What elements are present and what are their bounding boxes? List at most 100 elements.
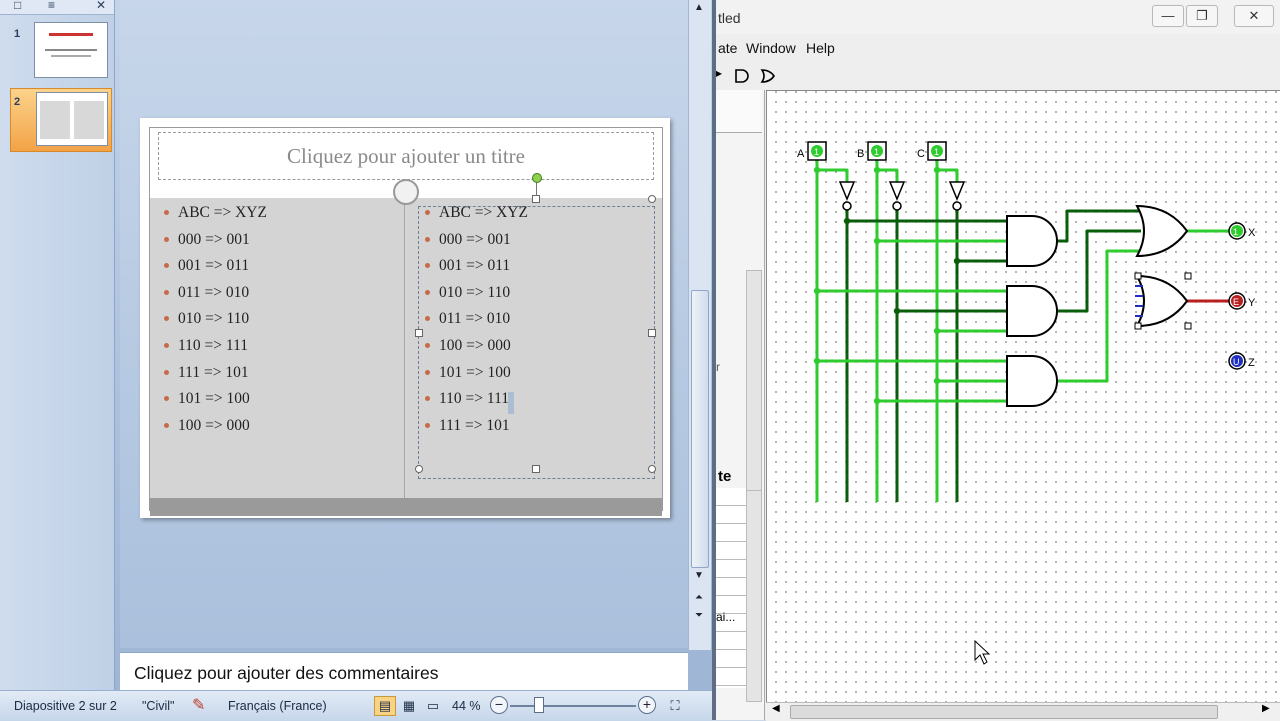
- wire-junction: [873, 397, 881, 405]
- pane-tabs: □ ≡ ✕: [0, 0, 114, 15]
- right-list-item: 100 => 000: [419, 333, 528, 360]
- right-list-item: 111 => 101: [419, 413, 528, 440]
- wire-junction: [813, 287, 821, 295]
- circuit-diagram[interactable]: A 1 B 1 C 11 XE YU Z: [767, 91, 1280, 703]
- left-content-list[interactable]: ABC => XYZ 000 => 001 001 => 011 011 => 010…: [158, 200, 267, 439]
- resize-handle-bl[interactable]: [415, 465, 423, 473]
- scrollbar-thumb[interactable]: [691, 290, 709, 568]
- close-icon[interactable]: ✕: [1234, 5, 1274, 27]
- menu-simulate[interactable]: ate: [718, 40, 737, 56]
- column-divider: [404, 198, 405, 498]
- previous-slide-icon[interactable]: ⏶: [691, 592, 707, 603]
- zoom-slider[interactable]: [510, 705, 636, 707]
- left-list-item: 011 => 010: [158, 280, 267, 307]
- outline-tab-icon[interactable]: ≡: [48, 0, 55, 12]
- resize-handle-r[interactable]: [648, 329, 656, 337]
- right-list-item: 011 => 010: [419, 306, 528, 333]
- slideshow-icon[interactable]: ▭: [422, 696, 444, 716]
- left-list-item: 001 => 011: [158, 253, 267, 280]
- spellcheck-icon[interactable]: ✎: [192, 695, 205, 715]
- input-pin-value: 1: [874, 147, 879, 157]
- slide-sorter-icon[interactable]: ▦: [398, 696, 420, 716]
- and-gate-tool-icon[interactable]: [734, 68, 750, 84]
- menu-window[interactable]: Window: [746, 40, 796, 56]
- zoom-slider-knob[interactable]: [534, 697, 544, 713]
- scroll-left-icon[interactable]: ◀: [772, 703, 780, 714]
- input-label-c: C: [917, 148, 925, 160]
- explorer-pane: r te ai...: [716, 90, 765, 720]
- wire-junction: [933, 377, 941, 385]
- slide-footer-band: [150, 498, 662, 516]
- output-pin-x-value: 1: [1233, 227, 1238, 237]
- output-pin-x-label: X: [1248, 227, 1256, 239]
- not-gate-bubble: [952, 201, 962, 211]
- slide-thumbnail-1[interactable]: [34, 22, 108, 78]
- maximize-icon[interactable]: ❐: [1186, 5, 1218, 27]
- not-gate-bubble: [842, 201, 852, 211]
- resize-handle-b[interactable]: [532, 465, 540, 473]
- menu-help[interactable]: Help: [806, 40, 835, 56]
- resize-handle-t[interactable]: [532, 195, 540, 203]
- slide-number-2: 2: [14, 96, 21, 108]
- output-pin-z-value: U: [1233, 357, 1240, 367]
- output-pin-y-label: Y: [1248, 297, 1256, 309]
- right-list-item: ABC => XYZ: [419, 200, 528, 227]
- theme-name: "Civil": [142, 699, 175, 713]
- resize-handle-br[interactable]: [648, 465, 656, 473]
- normal-view-icon[interactable]: ▤: [374, 696, 396, 716]
- hscroll-thumb[interactable]: [790, 705, 1218, 719]
- slides-tab-icon[interactable]: □: [14, 0, 21, 12]
- notes-placeholder: Cliquez pour ajouter des commentaires: [134, 663, 439, 683]
- not-gate-tool-icon[interactable]: ▸: [716, 66, 722, 80]
- scroll-up-icon[interactable]: ▲: [691, 2, 707, 13]
- zoom-in-icon[interactable]: +: [638, 696, 656, 714]
- input-pin-value: 1: [814, 147, 819, 157]
- circuit-canvas[interactable]: A1B1C11XEYUZ: [766, 90, 1280, 703]
- wire-junction: [873, 166, 881, 174]
- notes-pane[interactable]: Cliquez pour ajouter des commentaires: [120, 652, 688, 691]
- or-gate-tool-icon[interactable]: [760, 68, 776, 84]
- attribute-table-heading: te: [718, 468, 732, 485]
- rotate-handle[interactable]: [532, 173, 542, 183]
- not-gate: [948, 181, 966, 201]
- zoom-level[interactable]: 44 %: [452, 699, 481, 713]
- input-label-a: A: [797, 148, 805, 160]
- zoom-out-icon[interactable]: −: [490, 696, 508, 714]
- wire-junction: [933, 166, 941, 174]
- close-pane-icon[interactable]: ✕: [96, 0, 106, 12]
- wire-junction: [843, 217, 851, 225]
- not-gate: [888, 181, 906, 201]
- powerpoint-window: □ ≡ ✕ 1 2 Cliquez pour ajouter un titre …: [0, 0, 712, 721]
- explorer-fragment-r: r: [716, 360, 720, 374]
- menu-bar: ate Window Help: [716, 38, 1280, 60]
- output-pin-z-label: Z: [1248, 357, 1255, 369]
- wire-junction: [933, 327, 941, 335]
- horizontal-scrollbar[interactable]: ◀ ▶: [766, 702, 1280, 721]
- left-list-item: 111 => 101: [158, 360, 267, 387]
- slide-canvas[interactable]: Cliquez pour ajouter un titre ABC => XYZ…: [140, 118, 670, 518]
- title-placeholder[interactable]: Cliquez pour ajouter un titre: [158, 132, 654, 180]
- output-pin-y-value: E: [1233, 297, 1239, 307]
- scroll-right-icon[interactable]: ▶: [1262, 703, 1270, 714]
- scroll-down-icon[interactable]: ▼: [691, 570, 707, 581]
- wire-c-to-not: [937, 168, 959, 182]
- fit-to-window-icon[interactable]: ⛶: [664, 696, 686, 716]
- attribute-table[interactable]: [716, 488, 746, 688]
- or-gate-y: [1135, 274, 1189, 328]
- attribute-scrollbar[interactable]: [746, 490, 762, 702]
- wire-junction: [813, 166, 821, 174]
- slide-number-1: 1: [14, 28, 21, 40]
- left-list-item: 101 => 100: [158, 386, 267, 413]
- left-list-item: 000 => 001: [158, 227, 267, 254]
- resize-handle-tr[interactable]: [648, 195, 656, 203]
- next-slide-icon[interactable]: ⏷: [691, 610, 707, 621]
- text-cursor-highlight: [508, 392, 514, 414]
- language-indicator[interactable]: Français (France): [228, 699, 327, 713]
- explorer-scrollbar[interactable]: [746, 270, 762, 512]
- left-list-item: 100 => 000: [158, 413, 267, 440]
- resize-handle-l[interactable]: [415, 329, 423, 337]
- slide-thumbnail-2[interactable]: [36, 92, 108, 146]
- minimize-icon[interactable]: —: [1152, 5, 1184, 27]
- selection-handle: [1184, 322, 1192, 330]
- selection-handle: [1134, 272, 1142, 280]
